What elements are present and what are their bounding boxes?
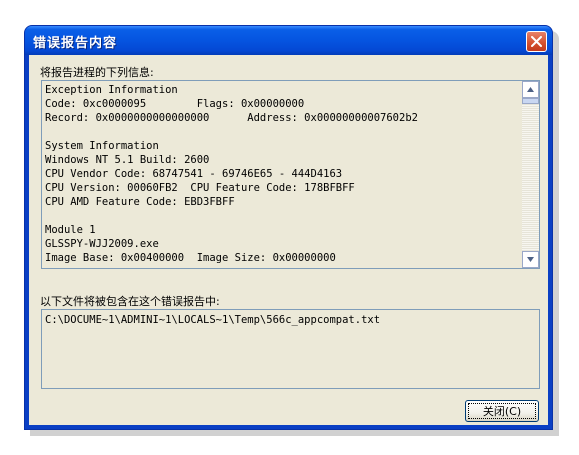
- file-path: C:\DOCUME~1\ADMINI~1\LOCALS~1\Temp\566c_…: [45, 314, 381, 326]
- close-icon: [531, 36, 542, 47]
- report-line: CPU Vendor Code: 68747541 - 69746E65 - 4…: [45, 168, 343, 180]
- scroll-up-arrow-icon: [527, 87, 534, 92]
- close-button[interactable]: 关闭(C): [465, 400, 539, 422]
- window-title: 错误报告内容: [33, 36, 118, 51]
- report-line: Code: 0xc0000095 Flags: 0x00000000: [45, 98, 305, 110]
- report-content-text: Exception Information Code: 0xc0000095 Fl…: [45, 83, 517, 265]
- close-button-label: 关闭(C): [468, 403, 536, 419]
- report-content-textbox[interactable]: Exception Information Code: 0xc0000095 Fl…: [41, 80, 540, 269]
- report-label: 将报告进程的下列信息:: [40, 66, 154, 79]
- title-close-button[interactable]: [526, 31, 547, 52]
- vertical-scrollbar[interactable]: [522, 81, 539, 268]
- report-line: [45, 209, 517, 223]
- report-line: GLSSPY-WJJ2009.exe: [45, 238, 159, 250]
- report-line: Image Base: 0x00400000 Image Size: 0x000…: [45, 252, 336, 264]
- scroll-down-arrow-icon: [527, 257, 534, 262]
- report-line: System Information: [45, 140, 159, 152]
- report-line: Windows NT 5.1 Build: 2600: [45, 154, 210, 166]
- files-list-textbox[interactable]: C:\DOCUME~1\ADMINI~1\LOCALS~1\Temp\566c_…: [41, 309, 540, 389]
- report-line: Module 1: [45, 224, 96, 236]
- dialog-body: 将报告进程的下列信息: Exception Information Code: 0…: [29, 55, 548, 425]
- report-line: [45, 125, 517, 139]
- scroll-down-button[interactable]: [522, 251, 539, 268]
- report-line: CPU AMD Feature Code: EBD3FBFF: [45, 196, 235, 208]
- files-label: 以下文件将被包含在这个错误报告中:: [40, 295, 220, 308]
- error-report-dialog: 错误报告内容 将报告进程的下列信息: Exception Information…: [24, 25, 553, 430]
- report-line: Record: 0x0000000000000000 Address: 0x00…: [45, 112, 418, 124]
- title-bar[interactable]: 错误报告内容: [25, 26, 552, 55]
- scrollbar-track[interactable]: [522, 104, 539, 251]
- scroll-up-button[interactable]: [522, 81, 539, 98]
- report-line: Exception Information: [45, 84, 178, 96]
- report-line: CPU Version: 00060FB2 CPU Feature Code: …: [45, 182, 355, 194]
